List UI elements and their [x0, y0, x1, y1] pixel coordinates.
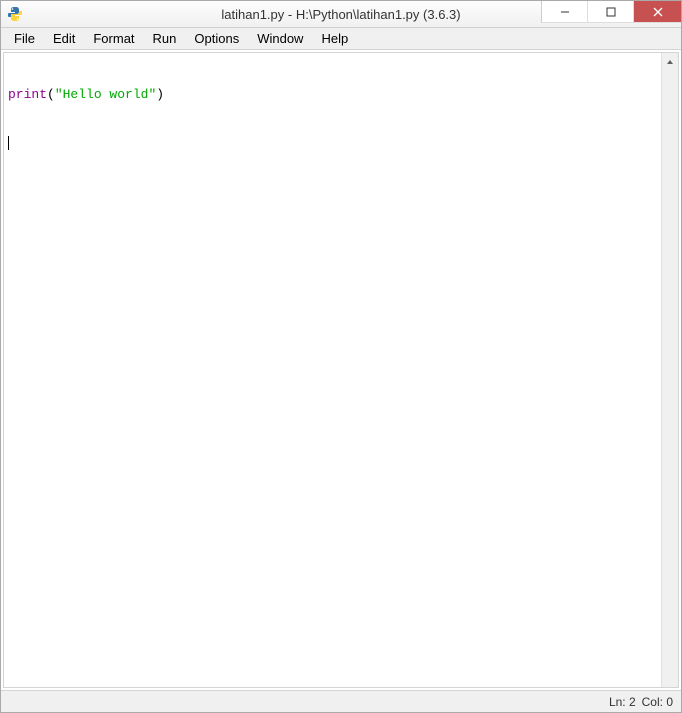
python-idle-icon	[7, 6, 23, 22]
code-editor[interactable]: print("Hello world")	[4, 53, 661, 687]
window-controls	[541, 1, 681, 23]
string-token: "Hello world"	[55, 87, 156, 102]
status-col-number: Col: 0	[642, 695, 673, 709]
menu-options[interactable]: Options	[185, 29, 248, 48]
minimize-button[interactable]	[541, 1, 587, 23]
vertical-scrollbar[interactable]	[661, 53, 678, 687]
window-title: latihan1.py - H:\Python\latihan1.py (3.6…	[221, 7, 460, 22]
titlebar: latihan1.py - H:\Python\latihan1.py (3.6…	[1, 1, 681, 28]
menu-format[interactable]: Format	[84, 29, 143, 48]
menu-window[interactable]: Window	[248, 29, 312, 48]
menu-run[interactable]: Run	[144, 29, 186, 48]
editor-container: print("Hello world")	[3, 52, 679, 688]
status-line-number: Ln: 2	[609, 695, 636, 709]
code-line-1: print("Hello world")	[8, 87, 657, 103]
menu-help[interactable]: Help	[312, 29, 357, 48]
paren-open: (	[47, 87, 55, 102]
builtin-token: print	[8, 87, 47, 102]
maximize-button[interactable]	[587, 1, 633, 23]
scroll-up-icon[interactable]	[662, 53, 678, 70]
close-button[interactable]	[633, 1, 681, 23]
statusbar: Ln: 2 Col: 0	[1, 690, 681, 712]
paren-close: )	[156, 87, 164, 102]
code-line-2	[8, 135, 657, 151]
menubar: File Edit Format Run Options Window Help	[1, 28, 681, 50]
text-cursor	[8, 136, 9, 150]
menu-file[interactable]: File	[5, 29, 44, 48]
menu-edit[interactable]: Edit	[44, 29, 84, 48]
